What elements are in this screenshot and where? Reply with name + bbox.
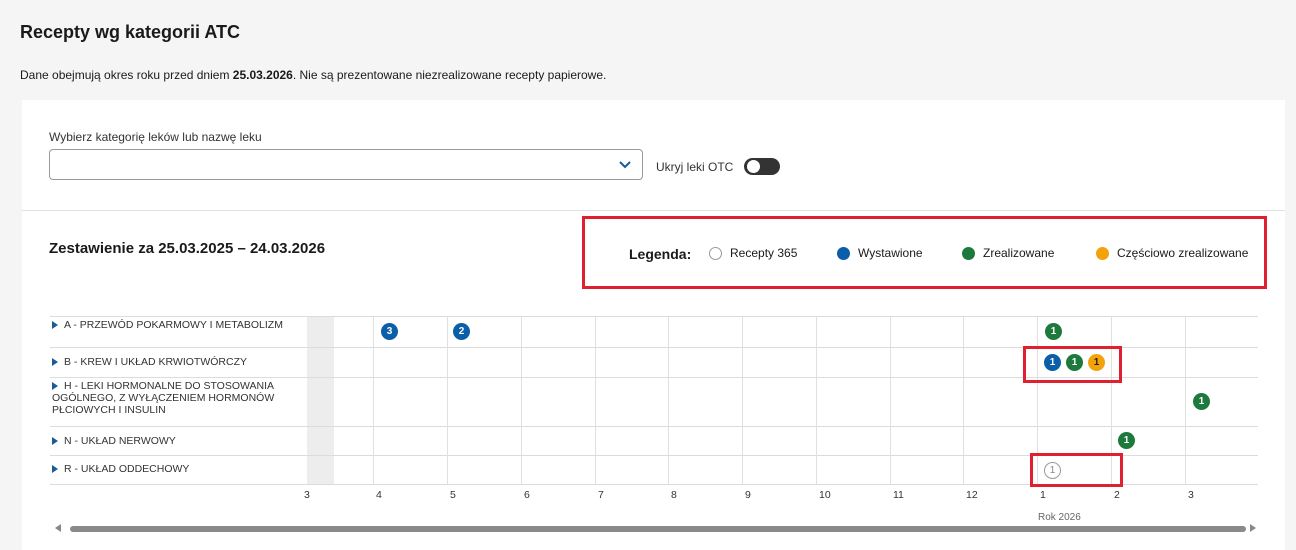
legend-label: Wystawione: [858, 246, 923, 260]
grid-line: [50, 316, 1258, 317]
grid-line: [50, 426, 1258, 427]
tick-label: 7: [598, 489, 604, 501]
tick-label: 6: [524, 489, 530, 501]
toggle-knob: [747, 160, 760, 173]
grid-vline: [890, 316, 891, 485]
expand-triangle-icon: [52, 358, 58, 367]
page-title: Recepty wg kategorii ATC: [20, 22, 241, 42]
grid-vline: [521, 316, 522, 485]
grid-vline: [1185, 316, 1186, 485]
period-title: Zestawienie za 25.03.2025 – 24.03.2026: [49, 240, 326, 257]
row-label-n[interactable]: N - UKŁAD NERWOWY: [52, 435, 302, 447]
blue-dot-icon: [837, 246, 850, 260]
desc-suffix: . Nie są prezentowane niezrealizowane re…: [292, 68, 607, 82]
page-description: Dane obejmują okres roku przed dniem 25.…: [20, 68, 606, 82]
scroll-right-icon[interactable]: [1250, 524, 1256, 532]
legend-title: Legenda:: [629, 246, 692, 262]
legend-label: Zrealizowane: [983, 246, 1055, 260]
tick-label: 9: [745, 489, 751, 501]
year-label: Rok 2026: [1038, 512, 1081, 523]
row-label-text: B - KREW I UKŁAD KRWIOTWÓRCZY: [64, 356, 247, 368]
grid-vline: [373, 316, 374, 485]
legend-item-zrealizowane: Zrealizowane: [962, 246, 1054, 260]
row-label-text: R - UKŁAD ODDECHOWY: [64, 463, 190, 475]
badge-a-apr[interactable]: 3: [381, 323, 398, 340]
legend-item-recepty365: Recepty 365: [709, 246, 797, 260]
row-label-text: H - LEKI HORMONALNE DO STOSOWANIA OGÓLNE…: [52, 380, 275, 416]
badge-n-feb[interactable]: 1: [1118, 432, 1135, 449]
desc-date: 25.03.2026: [232, 68, 293, 82]
legend-item-czesciowo: Częściowo zrealizowane: [1096, 246, 1248, 260]
green-dot-icon: [962, 246, 975, 260]
grid-vline: [668, 316, 669, 485]
expand-triangle-icon: [52, 437, 58, 446]
tick-label: 11: [893, 489, 904, 501]
tick-label: 1: [1040, 489, 1046, 501]
row-label-text: A - PRZEWÓD POKARMOWY I METABOLIZM: [64, 319, 283, 331]
legend-item-wystawione: Wystawione: [837, 246, 923, 260]
tick-label: 3: [1188, 489, 1194, 501]
grid-vline: [447, 316, 448, 485]
expand-triangle-icon: [52, 321, 58, 330]
timeline-shade: [307, 316, 334, 485]
chevron-down-icon: [619, 161, 631, 169]
row-label-a[interactable]: A - PRZEWÓD POKARMOWY I METABOLIZM: [52, 319, 302, 331]
otc-toggle[interactable]: [744, 158, 780, 175]
badge-h-mar[interactable]: 1: [1193, 393, 1210, 410]
badge-a-jan[interactable]: 1: [1045, 323, 1062, 340]
tick-label: 8: [671, 489, 677, 501]
grid-vline: [595, 316, 596, 485]
legend: Legenda: Recepty 365 Wystawione Zrealizo…: [582, 216, 1267, 289]
legend-label: Recepty 365: [730, 246, 798, 260]
tick-label: 5: [450, 489, 456, 501]
orange-dot-icon: [1096, 246, 1109, 260]
filter-label: Wybierz kategorię leków lub nazwę leku: [49, 130, 262, 144]
row-label-h[interactable]: H - LEKI HORMONALNE DO STOSOWANIA OGÓLNE…: [52, 380, 302, 416]
desc-prefix: Dane obejmują okres roku przed dniem: [20, 68, 233, 82]
outline-dot-icon: [709, 246, 722, 260]
row-label-r[interactable]: R - UKŁAD ODDECHOWY: [52, 463, 302, 475]
scroll-left-icon[interactable]: [55, 524, 61, 532]
badge-a-may[interactable]: 2: [453, 323, 470, 340]
horizontal-scrollbar[interactable]: [70, 526, 1246, 532]
row-label-text: N - UKŁAD NERWOWY: [64, 435, 176, 447]
tick-label: 12: [966, 489, 978, 501]
tick-label: 4: [376, 489, 382, 501]
highlight-box-r: [1030, 453, 1123, 487]
legend-label: Częściowo zrealizowane: [1117, 246, 1249, 260]
expand-triangle-icon: [52, 382, 58, 391]
grid-vline: [963, 316, 964, 485]
tick-label: 2: [1114, 489, 1120, 501]
category-select[interactable]: [49, 149, 643, 180]
tick-label: 10: [819, 489, 831, 501]
row-label-b[interactable]: B - KREW I UKŁAD KRWIOTWÓRCZY: [52, 356, 302, 368]
expand-triangle-icon: [52, 465, 58, 474]
grid-vline: [816, 316, 817, 485]
tick-label: 3: [304, 489, 310, 501]
highlight-box-b: [1023, 346, 1122, 383]
divider: [22, 210, 1285, 211]
grid-vline: [742, 316, 743, 485]
otc-label: Ukryj leki OTC: [656, 160, 734, 174]
